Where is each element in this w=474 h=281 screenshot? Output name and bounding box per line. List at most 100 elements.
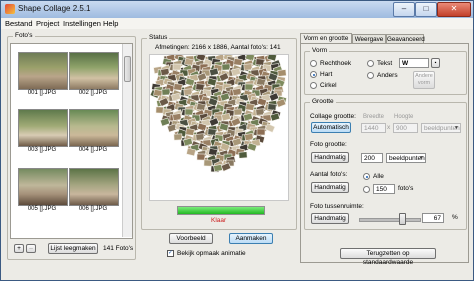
shape-label-rectangle: Rechthoek <box>320 60 352 67</box>
photo-count-manual-button[interactable]: Handmatig <box>311 182 349 193</box>
close-button[interactable]: ✕ <box>437 2 471 17</box>
photo-count-field[interactable]: 150 <box>373 184 395 194</box>
shape-text-font-button[interactable]: ▪ <box>431 58 440 68</box>
shape-label-heart: Hart <box>320 71 333 78</box>
count-all-label: Alle <box>373 173 384 180</box>
photo-caption: 003 [].JPG <box>27 147 57 153</box>
photo-caption: 006 [].JPG <box>78 206 108 212</box>
collage-tile <box>173 83 183 91</box>
photo-thumbnail[interactable] <box>69 168 119 206</box>
collage-tile <box>233 58 243 66</box>
collage-tile <box>277 69 287 77</box>
shape-radio-heart[interactable] <box>310 71 317 78</box>
menu-help[interactable]: Help <box>103 19 118 28</box>
preview-button[interactable]: Voorbeeld <box>169 233 213 244</box>
maximize-button[interactable]: □ <box>415 2 437 17</box>
collage-unit-dropdown[interactable]: beeldpunten ▼ <box>421 123 461 133</box>
animate-checkbox[interactable]: ✓ <box>167 250 174 257</box>
photo-thumbnail[interactable] <box>69 109 119 147</box>
photo-unit-dropdown[interactable]: beeldpunten ▼ <box>386 153 426 163</box>
tab-advanced[interactable]: Geavanceerd <box>386 34 425 43</box>
spacing-field[interactable]: 67 <box>422 213 444 223</box>
photo-list-scrollbar[interactable] <box>122 44 132 237</box>
photo-caption: 004 [].JPG <box>78 147 108 153</box>
photo-caption: 005 [].JPG <box>27 206 57 212</box>
collage-tile <box>184 57 194 67</box>
photo-thumbnail[interactable] <box>18 52 68 90</box>
chevron-down-icon: ▼ <box>419 155 424 161</box>
collage-tile <box>183 88 193 96</box>
collage-tile <box>243 63 253 71</box>
collage-size-label: Collage grootte: <box>310 113 356 120</box>
scrollbar-thumb[interactable] <box>124 56 131 82</box>
height-field[interactable]: 900 <box>393 123 418 133</box>
collage-tile <box>172 113 182 121</box>
other-shape-button[interactable]: Andere vorm <box>413 71 435 89</box>
app-window: Shape Collage 2.5.1 – □ ✕ Bestand Projec… <box>0 0 474 281</box>
collage-tile <box>185 128 195 136</box>
animate-label: Bekijk opmaak animatie <box>177 250 246 257</box>
status-group-label: Status <box>147 34 170 42</box>
create-button[interactable]: Aanmaken <box>229 233 273 244</box>
spacing-manual-button[interactable]: Handmatig <box>311 213 349 224</box>
remove-photo-button[interactable]: – <box>26 244 36 253</box>
photo-size-manual-button[interactable]: Handmatig <box>311 152 349 163</box>
collage-tile <box>160 68 170 76</box>
shape-label-circle: Cirkel <box>320 82 337 89</box>
shape-label-text: Tekst <box>377 60 393 67</box>
add-photo-button[interactable]: + <box>14 244 24 253</box>
progress-fill <box>178 207 264 214</box>
photo-caption: 001 [].JPG <box>27 90 57 96</box>
photo-size-field[interactable]: 200 <box>361 153 383 163</box>
photo-thumbnail[interactable] <box>18 109 68 147</box>
collage-tile <box>232 88 242 96</box>
menu-project[interactable]: Project <box>36 19 59 28</box>
photo-list[interactable]: 001 [].JPG 002 [].JPG 003 [].JPG 004 [].… <box>10 43 133 239</box>
shape-radio-text[interactable] <box>367 60 374 67</box>
tab-appearance[interactable]: Weergave <box>352 34 386 43</box>
collage-tile <box>255 108 265 116</box>
spacing-label: Foto tussenruimte: <box>310 203 364 210</box>
photos-group-label: Foto's <box>13 32 35 40</box>
shape-radio-other[interactable] <box>367 72 374 79</box>
collage-tile <box>213 164 223 172</box>
photo-thumbnail[interactable] <box>69 52 119 90</box>
menu-instellingen[interactable]: Instellingen <box>63 19 101 28</box>
reset-defaults-button[interactable]: Terugzetten op standaardwaarde <box>340 248 436 266</box>
app-logo-icon <box>5 4 15 14</box>
collage-tile <box>208 147 218 157</box>
collage-tile <box>161 88 171 96</box>
title-bar[interactable]: Shape Collage 2.5.1 – □ ✕ <box>1 1 473 18</box>
shape-radio-rectangle[interactable] <box>310 60 317 67</box>
collage-tile <box>244 52 256 62</box>
shape-radio-circle[interactable] <box>310 82 317 89</box>
collage-tile <box>195 133 205 141</box>
shape-group-label: Vorm <box>310 47 330 55</box>
shape-text-field[interactable]: W <box>399 58 429 68</box>
collage-preview <box>149 52 289 201</box>
size-group-label: Grootte <box>310 98 336 106</box>
tab-shape-size[interactable]: Vorm en grootte <box>300 33 352 43</box>
heart-collage <box>149 52 287 173</box>
collage-tile <box>233 108 243 116</box>
chevron-down-icon: ▼ <box>454 125 459 131</box>
spacing-slider-handle[interactable] <box>399 213 406 225</box>
times-sign: x <box>387 124 391 131</box>
width-field[interactable]: 1440 <box>361 123 386 133</box>
clear-list-button[interactable]: Lijst leegmaken <box>48 243 98 254</box>
collage-tile <box>244 83 254 91</box>
photo-thumbnail[interactable] <box>18 168 68 206</box>
menu-bestand[interactable]: Bestand <box>5 19 33 28</box>
collage-tile <box>203 159 213 167</box>
collage-tile <box>184 108 194 116</box>
collage-size-auto-button[interactable]: Automatisch <box>311 122 351 133</box>
collage-tile <box>255 58 265 66</box>
minimize-button[interactable]: – <box>393 2 415 17</box>
photo-count: 141 Foto's <box>103 245 134 252</box>
count-radio-custom[interactable] <box>363 186 370 193</box>
spacing-slider[interactable] <box>359 218 421 222</box>
collage-tile <box>196 102 206 112</box>
photo-count-unit: foto's <box>398 185 414 192</box>
count-radio-all[interactable] <box>363 173 370 180</box>
collage-tile <box>267 103 277 111</box>
